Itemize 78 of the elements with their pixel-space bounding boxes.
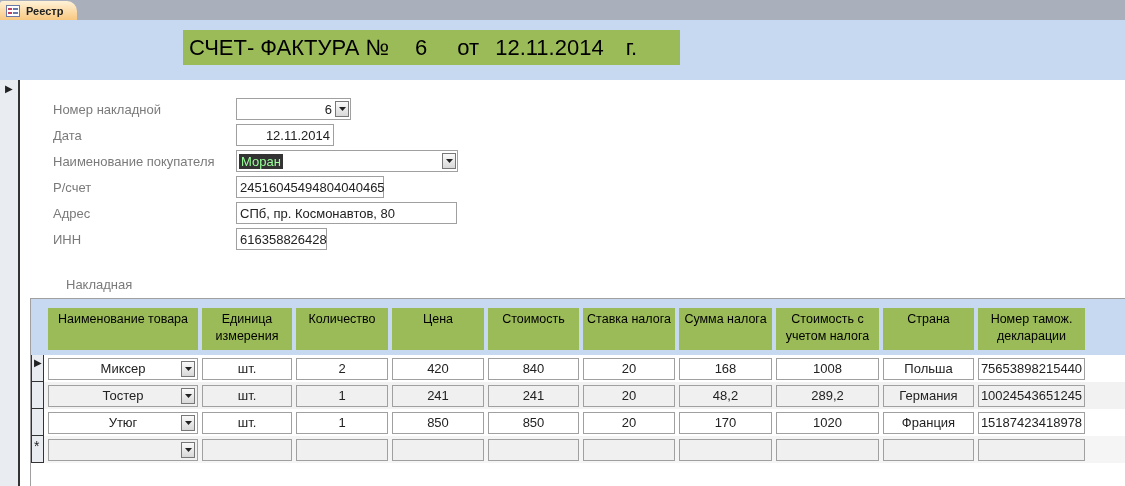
dropdown-button[interactable]	[181, 387, 195, 404]
row-selector[interactable]: ▶	[31, 355, 44, 382]
field-label: Р/счет	[53, 179, 93, 195]
title-from: от	[457, 34, 480, 61]
table-cell: 10024543651245	[978, 384, 1085, 407]
column-header: Сумма налога	[679, 308, 772, 350]
table-cell: 241	[488, 384, 579, 407]
table-cell: 1020	[776, 411, 879, 434]
table-cell: 168	[679, 357, 772, 380]
combo-box[interactable]: Миксер	[48, 357, 198, 380]
table-cell: 20	[583, 384, 675, 407]
column-header: Стоимость с учетом налога	[776, 308, 879, 350]
column-header: Ставка налога	[583, 308, 675, 350]
input-field[interactable]: 24516045494804040465	[236, 176, 384, 198]
dropdown-button[interactable]	[181, 360, 195, 377]
combo-box[interactable]: Утюг	[48, 411, 198, 434]
table-cell: шт.	[202, 411, 292, 434]
dropdown-button[interactable]	[181, 441, 195, 458]
field-label: Дата	[53, 127, 83, 143]
table-cell: 48,2	[679, 384, 772, 407]
caret-icon	[184, 366, 192, 371]
combo-box[interactable]: 6	[236, 98, 351, 120]
table-cell: шт.	[202, 357, 292, 380]
column-header: Единица измерения	[202, 308, 292, 350]
column-header: Номер тамож. декларации	[978, 308, 1085, 350]
table-cell: 15187423418978	[978, 411, 1085, 434]
caret-icon	[445, 159, 453, 163]
table-cell: Германия	[883, 384, 974, 407]
input-field[interactable]: 616358826428	[236, 228, 327, 250]
table-cell: 241	[392, 384, 484, 407]
table-cell: 850	[488, 411, 579, 434]
field-label: ИНН	[53, 231, 83, 247]
column-header: Количество	[296, 308, 388, 350]
caret-icon	[184, 393, 192, 398]
table-cell: 850	[392, 411, 484, 434]
table-cell: 20	[583, 411, 675, 434]
table-cell: 1	[296, 411, 388, 434]
invoice-date: 12.11.2014	[495, 34, 604, 61]
dropdown-button[interactable]	[181, 414, 195, 431]
input-field[interactable]: 12.11.2014	[236, 124, 334, 146]
combo-box[interactable]	[48, 438, 198, 461]
caret-icon	[184, 420, 192, 425]
title-caption: СЧЕТ- ФАКТУРА №	[189, 34, 390, 61]
combo-box[interactable]: Тостер	[48, 384, 198, 407]
table-cell: 20	[583, 357, 675, 380]
table-cell: Франция	[883, 411, 974, 434]
column-header: Цена	[392, 308, 484, 350]
row-selector[interactable]	[31, 382, 44, 409]
column-header: Страна	[883, 308, 974, 350]
field-label: Номер накладной	[53, 101, 162, 117]
form-icon	[6, 4, 20, 17]
table-cell: 840	[488, 357, 579, 380]
column-header: Стоимость	[488, 308, 579, 350]
field-label: Адрес	[53, 205, 92, 221]
table-cell: Польша	[883, 357, 974, 380]
table-cell: 170	[679, 411, 772, 434]
dropdown-button[interactable]	[335, 101, 349, 117]
row-selector[interactable]	[31, 409, 44, 436]
dropdown-button[interactable]	[442, 153, 456, 169]
year-suffix: г.	[625, 34, 638, 61]
form-tab[interactable]: Реестр	[0, 1, 78, 20]
row-selector[interactable]: *	[31, 436, 44, 463]
table-cell: 75653898215440	[978, 357, 1085, 380]
combo-box[interactable]: Моран	[236, 150, 458, 172]
field-label: Наименование покупателя	[53, 153, 216, 169]
column-header: Наименование товара	[48, 308, 198, 350]
caret-icon	[184, 447, 192, 452]
invoice-number: 6	[415, 34, 428, 61]
table-cell: 2	[296, 357, 388, 380]
caret-icon	[338, 107, 346, 111]
table-cell: 1	[296, 384, 388, 407]
table-cell: 420	[392, 357, 484, 380]
subform-label: Накладная	[66, 277, 134, 292]
table-cell: шт.	[202, 384, 292, 407]
table-cell: 289,2	[776, 384, 879, 407]
table-cell: 1008	[776, 357, 879, 380]
record-selector[interactable]: ▶	[0, 82, 18, 96]
input-field[interactable]: СПб, пр. Космонавтов, 80	[236, 202, 457, 224]
